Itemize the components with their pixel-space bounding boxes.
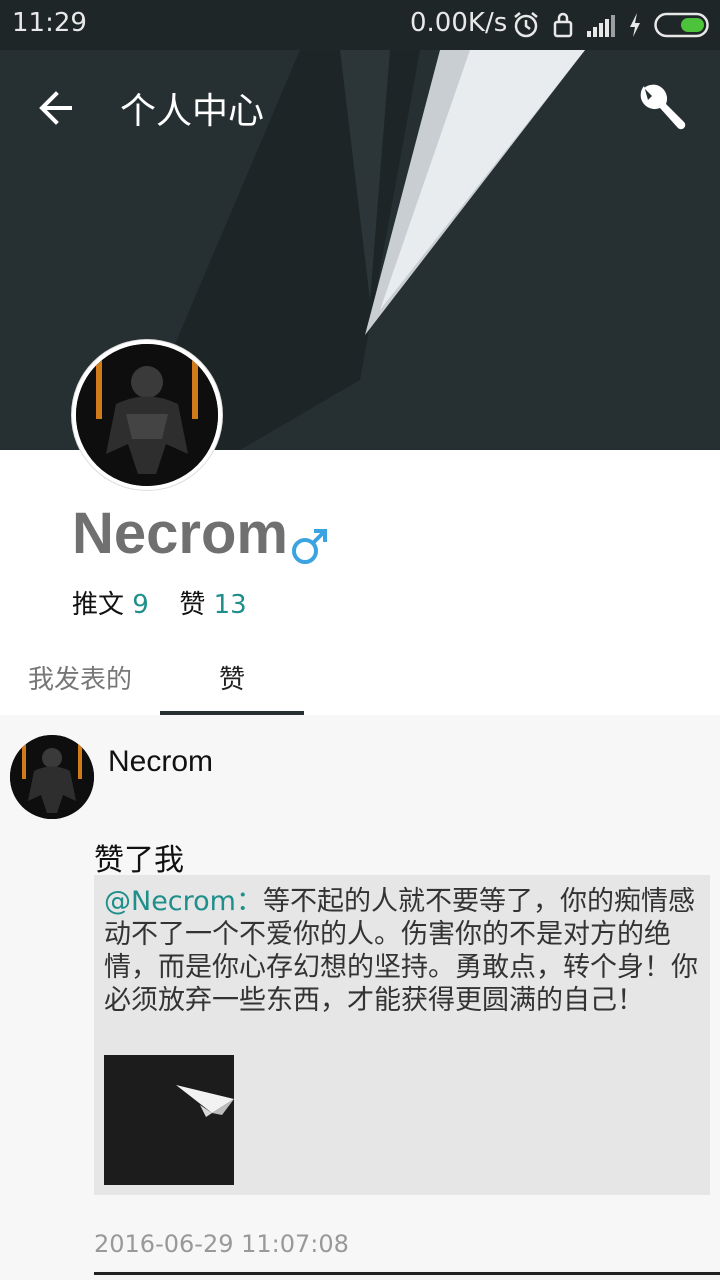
likes-label: 赞 (179, 590, 206, 620)
back-arrow-icon[interactable] (36, 88, 76, 128)
alarm-icon (514, 12, 538, 38)
item-author-avatar[interactable] (10, 735, 94, 819)
wrench-icon[interactable] (634, 78, 694, 138)
page-title: 个人中心 (120, 91, 265, 132)
status-icons (512, 10, 710, 40)
item-action-text: 赞了我 (94, 843, 184, 878)
lock-icon (553, 12, 573, 38)
profile-avatar[interactable] (72, 340, 222, 490)
quoted-post-mention[interactable]: @Necrom： (104, 886, 263, 917)
item-avatar-image (10, 735, 94, 819)
quoted-post-text: @Necrom：等不起的人就不要等了，你的痴情感动不了一个不爱你的人。伤害你的不… (104, 885, 700, 1017)
status-time: 11:29 (12, 8, 87, 38)
item-divider (94, 1272, 720, 1275)
status-bar: 11:29 0.00K/s (0, 0, 720, 50)
tab-my-posts[interactable]: 我发表的 (0, 640, 160, 715)
quoted-post[interactable]: @Necrom：等不起的人就不要等了，你的痴情感动不了一个不爱你的人。伤害你的不… (94, 875, 710, 1195)
profile-tabs: 我发表的 赞 (0, 640, 720, 715)
item-timestamp: 2016-06-29 11:07:08 (94, 1230, 349, 1258)
avatar-image (76, 344, 218, 486)
signal-icon (587, 15, 615, 37)
item-author-name[interactable]: Necrom (108, 745, 213, 779)
network-speed: 0.00K/s (410, 8, 508, 38)
feed-list: Necrom 赞了我 @Necrom：等不起的人就不要等了，你的痴情感动不了一个… (0, 715, 720, 1280)
paper-plane-image (104, 1055, 234, 1185)
male-gender-icon (292, 529, 327, 564)
profile-username: Necrom (72, 501, 288, 566)
profile-stats: 推文 9 赞 13 (72, 584, 247, 621)
tab-likes[interactable]: 赞 (160, 640, 304, 715)
charging-icon (630, 13, 640, 37)
posts-count: 9 (132, 590, 149, 620)
likes-count: 13 (213, 590, 247, 620)
quoted-post-image[interactable] (104, 1055, 234, 1185)
battery-icon (654, 12, 709, 38)
posts-label: 推文 (72, 590, 125, 620)
